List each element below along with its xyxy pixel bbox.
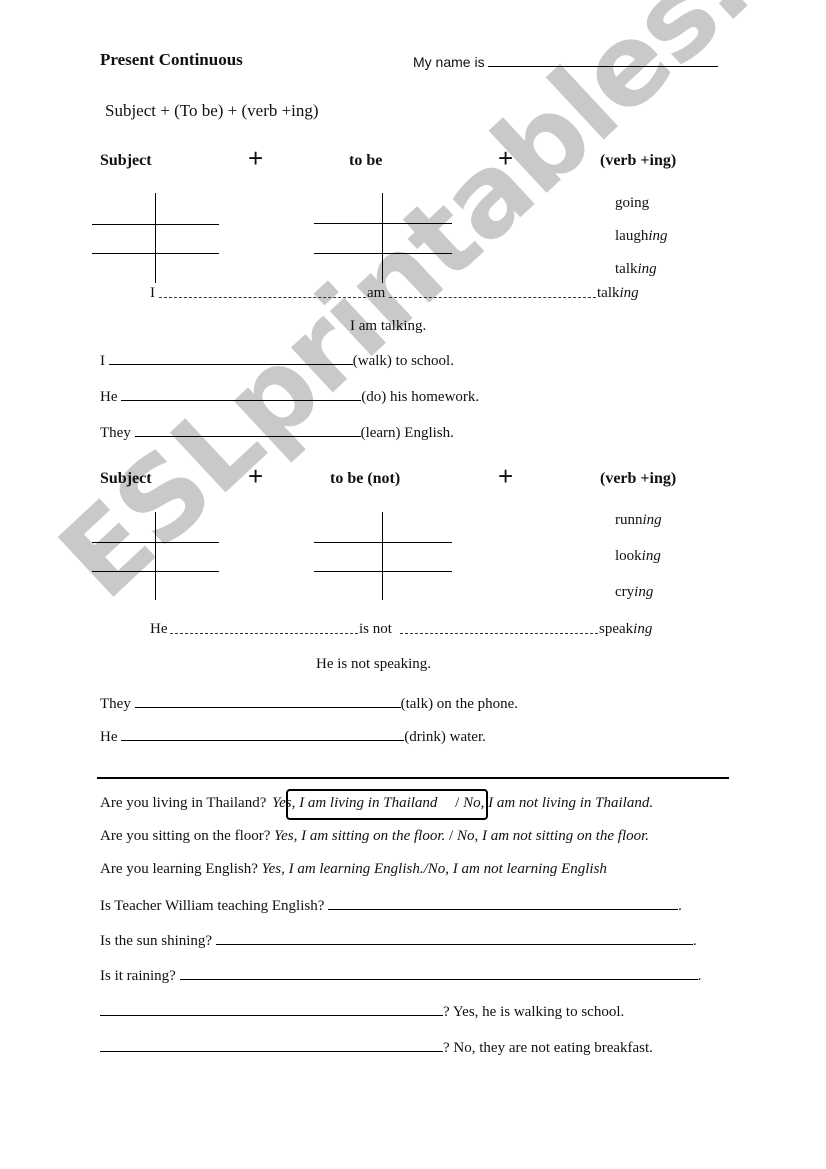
- question-row: Is Teacher William teaching English? .: [100, 895, 682, 915]
- watermark: ESLprintables.com: [35, 0, 826, 624]
- answer-blank[interactable]: [108, 350, 353, 365]
- dashed-connector: [170, 633, 358, 634]
- chain-verb: talking: [597, 285, 639, 301]
- question-blank[interactable]: [100, 1001, 443, 1016]
- verb-item: going: [615, 195, 650, 211]
- exercise-row: He (do) his homework.: [100, 386, 479, 406]
- chain-subject: I: [150, 285, 155, 301]
- verb-item: talking: [615, 261, 657, 277]
- exercise-row: They (learn) English.: [100, 422, 454, 442]
- answer-blank[interactable]: [121, 386, 362, 401]
- dashed-connector: [400, 633, 598, 634]
- exercise-row: He (drink) water.: [100, 726, 486, 746]
- col-header-verb: (verb +ing): [600, 152, 677, 169]
- answer-blank[interactable]: [179, 965, 698, 980]
- dashed-connector: [159, 297, 366, 298]
- grid-line: [155, 512, 156, 600]
- question-example: Are you learning English? Yes, I am lear…: [100, 861, 607, 877]
- verb-item: laughing: [615, 228, 668, 244]
- col-header-tobe: to be: [349, 152, 383, 169]
- grid-line: [155, 193, 156, 283]
- example-sentence: He is not speaking.: [316, 656, 431, 672]
- col-header-verb: (verb +ing): [600, 470, 677, 487]
- chain-subject: He: [150, 621, 168, 637]
- worksheet-title: Present Continuous: [100, 50, 243, 69]
- exercise-row: They (talk) on the phone.: [100, 693, 518, 713]
- col-header-subject: Subject: [100, 152, 152, 169]
- col-header-tobe-not: to be (not): [330, 470, 401, 487]
- formula: Subject + (To be) + (verb +ing): [105, 101, 319, 120]
- plus-sign: +: [248, 461, 264, 491]
- question-row: ? Yes, he is walking to school.: [100, 1001, 624, 1021]
- grid-line: [314, 253, 452, 254]
- grid-line: [382, 193, 383, 283]
- grid-line: [314, 223, 452, 224]
- answer-blank[interactable]: [134, 693, 401, 708]
- name-label: My name is: [413, 54, 485, 70]
- chain-tobe: is not: [359, 621, 392, 637]
- plus-sign: +: [498, 461, 514, 491]
- exercise-row: I (walk) to school.: [100, 350, 454, 370]
- verb-item: looking: [615, 548, 661, 564]
- col-header-subject: Subject: [100, 470, 152, 487]
- plus-sign: +: [498, 143, 514, 173]
- answer-blank[interactable]: [134, 422, 361, 437]
- verb-item: running: [615, 512, 662, 528]
- plus-sign: +: [248, 143, 264, 173]
- answer-blank[interactable]: [121, 726, 405, 741]
- example-sentence: I am talking.: [350, 318, 427, 334]
- question-row: Is it raining? .: [100, 965, 701, 985]
- grid-line: [382, 512, 383, 600]
- question-example: Are you living in Thailand? Yes, I am li…: [100, 795, 654, 811]
- question-blank[interactable]: [100, 1037, 443, 1052]
- question-row: Is the sun shining? .: [100, 930, 697, 950]
- chain-verb: speaking: [599, 621, 653, 637]
- chain-tobe: am: [367, 285, 386, 301]
- question-row: ? No, they are not eating breakfast.: [100, 1037, 653, 1057]
- answer-blank[interactable]: [328, 895, 679, 910]
- grid-line: [314, 542, 452, 543]
- name-blank[interactable]: [488, 52, 719, 67]
- grid-line: [314, 571, 452, 572]
- section-divider: [97, 777, 729, 779]
- dashed-connector: [389, 297, 596, 298]
- answer-blank[interactable]: [215, 930, 693, 945]
- name-field: My name is: [413, 52, 719, 70]
- verb-item: crying: [615, 584, 654, 600]
- question-example: Are you sitting on the floor? Yes, I am …: [100, 828, 650, 844]
